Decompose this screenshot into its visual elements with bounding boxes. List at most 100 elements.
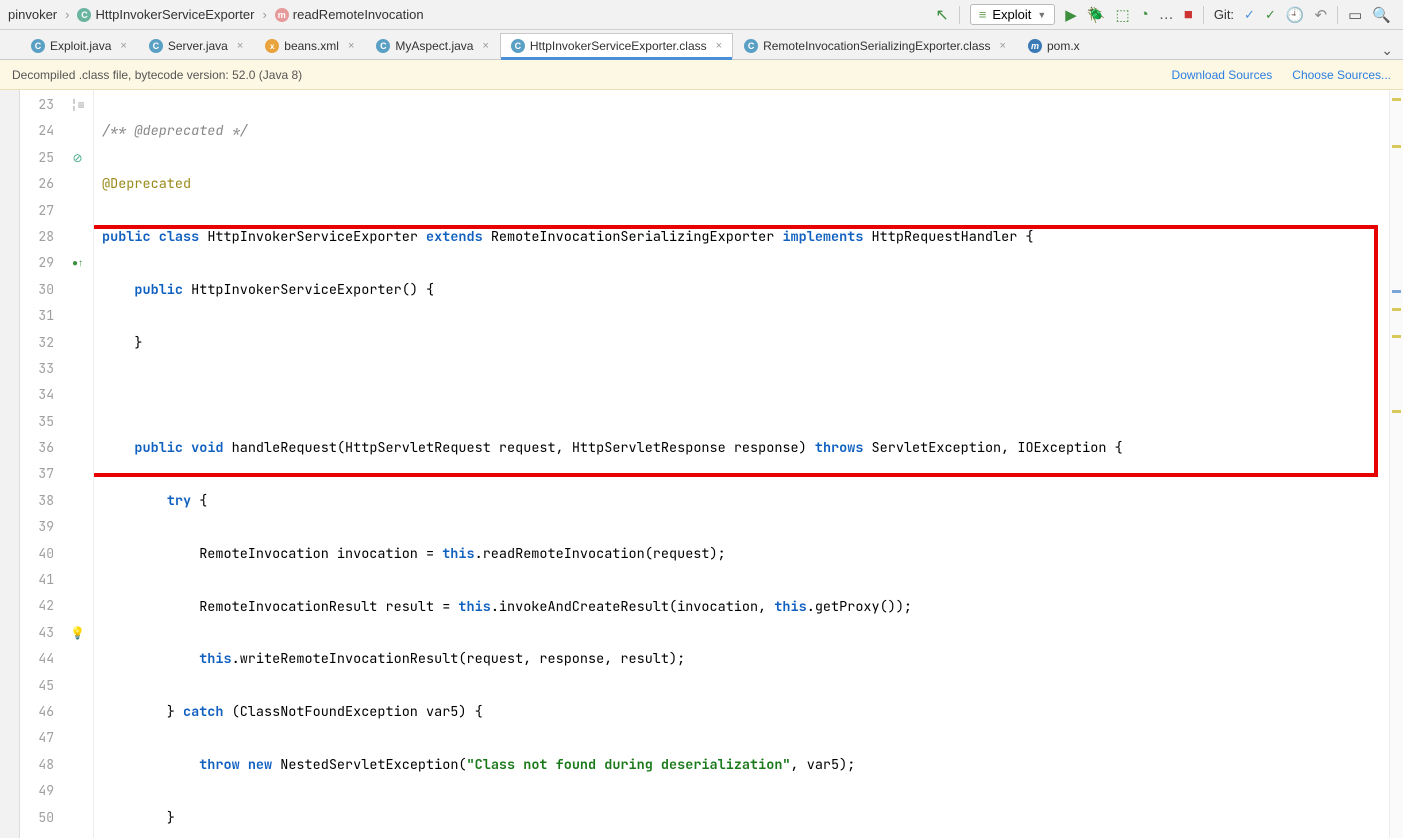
breadcrumbs: pinvoker › CHttpInvokerServiceExporter ›…: [0, 5, 935, 24]
tab-beans[interactable]: xbeans.xml×: [254, 33, 365, 59]
code-token: HttpRequestHandler {: [863, 228, 1033, 246]
code-token: class: [159, 228, 200, 246]
close-icon[interactable]: ×: [120, 40, 126, 52]
tab-myaspect[interactable]: CMyAspect.java×: [365, 33, 499, 59]
code-token: implements: [782, 228, 863, 246]
code-token: try: [167, 492, 191, 510]
code-token: (ClassNotFoundException var5) {: [224, 703, 483, 721]
git-update-icon[interactable]: ✓: [1244, 7, 1255, 23]
tab-httpinvoker[interactable]: C HttpInvokerServiceExporter.class ×: [500, 33, 733, 59]
separator: [1337, 6, 1338, 24]
code-token: ServletException, IOException {: [863, 439, 1122, 457]
git-commit-icon[interactable]: ✓: [1265, 7, 1276, 23]
code-token: throw: [199, 756, 240, 774]
choose-sources-link[interactable]: Choose Sources...: [1292, 68, 1391, 82]
marker-warning[interactable]: [1392, 98, 1401, 101]
class-icon: C: [511, 39, 525, 53]
class-icon: C: [376, 39, 390, 53]
gutter-marks: ╎≡ ⊘ ●↑ 💡: [62, 90, 94, 838]
code-token: throws: [815, 439, 864, 457]
git-rollback-icon[interactable]: ↶: [1315, 6, 1328, 24]
coverage-icon[interactable]: ⬚: [1116, 6, 1130, 24]
breadcrumb-label: HttpInvokerServiceExporter: [95, 7, 254, 22]
stop-icon[interactable]: ■: [1184, 6, 1193, 23]
scroll-strip[interactable]: [1389, 90, 1403, 838]
tab-label: Server.java: [168, 39, 228, 53]
code-token: HttpInvokerServiceExporter: [199, 228, 426, 246]
code-token: @Deprecated: [102, 175, 191, 193]
code-token: "Class not found during deserialization": [467, 756, 791, 774]
tab-label: pom.x: [1047, 39, 1080, 53]
breadcrumb-item[interactable]: C HttpInvokerServiceExporter: [73, 5, 258, 24]
code-token: public: [134, 281, 183, 299]
tabs-dropdown[interactable]: ⌄: [1371, 42, 1403, 59]
tab-label: HttpInvokerServiceExporter.class: [530, 39, 707, 53]
breadcrumb-label: readRemoteInvocation: [293, 7, 424, 22]
code-token: void: [191, 439, 223, 457]
code-token: handleRequest(HttpServletRequest request…: [224, 439, 815, 457]
close-icon[interactable]: ×: [716, 40, 722, 52]
build-icon[interactable]: ↖: [935, 5, 948, 25]
code-token: .readRemoteInvocation(request);: [475, 545, 726, 563]
attach-icon[interactable]: …: [1159, 6, 1174, 23]
ide-icon[interactable]: ▭: [1348, 6, 1362, 24]
code-token: }: [102, 334, 143, 352]
chevron-down-icon: ▼: [1037, 10, 1046, 20]
toolbar: ↖ ≡ Exploit ▼ ▶ 🪲 ⬚ ◔ … ■ Git: ✓ ✓ 🕘 ↶ ▭…: [935, 4, 1403, 25]
close-icon[interactable]: ×: [1000, 40, 1006, 52]
run-config-icon: ≡: [979, 7, 987, 22]
class-icon: C: [744, 39, 758, 53]
notice-text: Decompiled .class file, bytecode version…: [12, 68, 302, 82]
code-area[interactable]: /** @deprecated */ @Deprecated public cl…: [94, 90, 1389, 838]
code-token: /** @deprecated */: [102, 122, 248, 140]
code-token: {: [191, 492, 207, 510]
marker-warning[interactable]: [1392, 145, 1401, 148]
marker-warning[interactable]: [1392, 410, 1401, 413]
search-icon[interactable]: 🔍: [1372, 6, 1391, 24]
marker-warning[interactable]: [1392, 335, 1401, 338]
run-icon[interactable]: ▶: [1065, 6, 1077, 24]
method-icon: m: [275, 8, 289, 22]
code-token: NestedServletException(: [272, 756, 466, 774]
editor-tabs: C Exploit.java × C Server.java × xbeans.xml×…: [0, 30, 1403, 60]
tab-label: Exploit.java: [50, 39, 111, 53]
code-token: new: [248, 756, 272, 774]
breadcrumb-item[interactable]: m readRemoteInvocation: [271, 5, 428, 24]
chevron-down-icon: ⌄: [1381, 42, 1393, 58]
run-config-select[interactable]: ≡ Exploit ▼: [970, 4, 1056, 25]
override-marker-icon[interactable]: ●↑: [62, 250, 93, 276]
class-icon: C: [77, 8, 91, 22]
run-config-label: Exploit: [992, 7, 1031, 22]
code-token: HttpInvokerServiceExporter() {: [183, 281, 434, 299]
code-token: .invokeAndCreateResult(invocation,: [491, 598, 775, 616]
download-sources-link[interactable]: Download Sources: [1172, 68, 1273, 82]
code-token: RemoteInvocation invocation =: [102, 545, 442, 563]
close-icon[interactable]: ×: [237, 40, 243, 52]
code-token: this: [458, 598, 490, 616]
code-token: }: [102, 809, 175, 827]
git-history-icon[interactable]: 🕘: [1286, 6, 1305, 24]
class-icon: C: [149, 39, 163, 53]
close-icon[interactable]: ×: [482, 40, 488, 52]
intention-bulb-icon[interactable]: 💡: [62, 620, 93, 646]
breadcrumb-item[interactable]: pinvoker: [4, 5, 61, 24]
marker-usage[interactable]: [1392, 290, 1401, 293]
code-token: RemoteInvocationSerializingExporter: [483, 228, 783, 246]
tab-pom[interactable]: mpom.x: [1017, 33, 1091, 59]
tab-exploit[interactable]: CExploit.java×: [20, 33, 138, 59]
marker-warning[interactable]: [1392, 308, 1401, 311]
tab-label: RemoteInvocationSerializingExporter.clas…: [763, 39, 990, 53]
editor[interactable]: 2324252627282930313233343536373839404142…: [0, 90, 1403, 838]
code-token: .getProxy());: [807, 598, 912, 616]
tab-server[interactable]: C Server.java ×: [138, 33, 254, 59]
tab-remoteinvocation[interactable]: C RemoteInvocationSerializingExporter.cla…: [733, 33, 1017, 59]
close-icon[interactable]: ×: [348, 40, 354, 52]
separator: [959, 6, 960, 24]
profile-icon[interactable]: ◔: [1140, 6, 1149, 23]
code-token: .writeRemoteInvocationResult(request, re…: [232, 650, 686, 668]
git-label: Git:: [1214, 7, 1234, 22]
decompile-notice: Decompiled .class file, bytecode version…: [0, 60, 1403, 90]
debug-icon[interactable]: 🪲: [1087, 6, 1106, 24]
separator: [1203, 6, 1204, 24]
code-token: this: [774, 598, 806, 616]
